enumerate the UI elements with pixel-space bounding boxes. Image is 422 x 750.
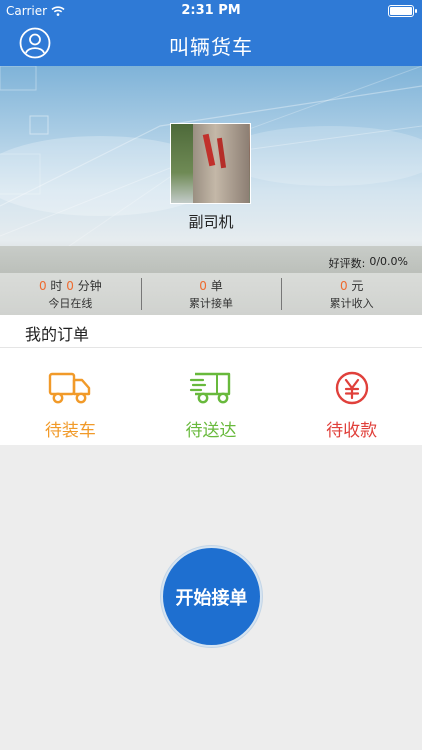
- start-accepting-orders-button[interactable]: 开始接单: [163, 548, 260, 645]
- page-title: 叫辆货车: [169, 35, 253, 59]
- stat-orders-value: 0: [199, 279, 207, 293]
- stat-online-today: 0 时 0 分钟 今日在线: [0, 273, 141, 315]
- stats-bar: 0 时 0 分钟 今日在线 0 单 累计接单 0 元 累计收入: [0, 273, 422, 315]
- stat-hours-value: 0: [38, 279, 47, 293]
- status-bar: Carrier 2:31 PM: [0, 0, 422, 22]
- stat-income-unit: 元: [351, 279, 364, 293]
- order-pending-loading-label: 待装车: [44, 421, 96, 441]
- rating-label: 好评数:: [328, 257, 366, 270]
- order-pending-payment[interactable]: 待收款: [281, 348, 422, 445]
- order-pending-payment-label: 待收款: [326, 421, 378, 441]
- fast-truck-icon: [189, 372, 231, 404]
- status-time: 2:31 PM: [181, 3, 241, 18]
- stat-total-income: 0 元 累计收入: [281, 273, 422, 315]
- nav-bar: 叫辆货车: [0, 22, 422, 66]
- rating-summary: 好评数: 0/0.0%: [329, 255, 408, 271]
- orders-header: 我的订单: [0, 315, 422, 348]
- stat-orders-unit: 单: [210, 279, 223, 293]
- stat-income-value: 0: [339, 279, 348, 293]
- order-status-row: 待装车 待送达 待收款: [0, 348, 422, 445]
- truck-icon: [49, 372, 91, 404]
- stat-minutes-value: 0: [66, 279, 74, 293]
- stat-hours-unit: 时: [50, 279, 63, 293]
- order-pending-delivery[interactable]: 待送达: [141, 348, 282, 445]
- rating-value: 0/0.0%: [369, 255, 408, 268]
- driver-name: 副司机: [188, 213, 234, 231]
- battery-icon: [388, 5, 417, 17]
- order-pending-loading[interactable]: 待装车: [0, 348, 141, 445]
- order-pending-delivery-label: 待送达: [185, 421, 237, 441]
- stat-minutes-unit: 分钟: [77, 279, 102, 293]
- stat-label: 累计接单: [189, 297, 233, 310]
- driver-photo[interactable]: [170, 123, 251, 204]
- orders-title: 我的订单: [25, 325, 90, 344]
- stat-label: 累计收入: [329, 297, 374, 310]
- top-bar: Carrier 2:31 PM 叫辆货车: [0, 0, 422, 66]
- yuan-circle-icon: [335, 371, 368, 405]
- stat-total-orders: 0 单 累计接单: [140, 273, 282, 315]
- profile-banner: 副司机 好评数: 0/0.0% 0 时 0 分钟 今日在线 0 单 累计接单 0…: [0, 66, 422, 315]
- stat-label: 今日在线: [48, 297, 93, 310]
